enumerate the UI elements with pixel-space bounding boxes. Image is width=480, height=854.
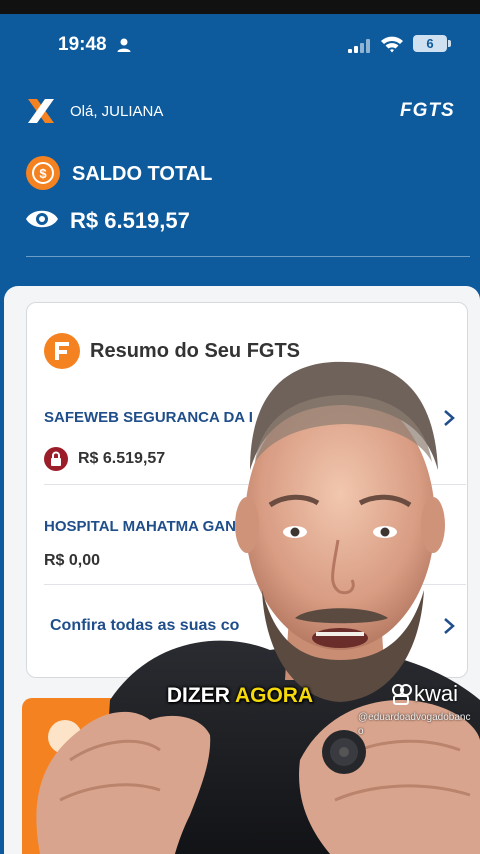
creator-handle: @eduardoadvogadobanco — [358, 712, 471, 737]
caption-word: DIZER — [166, 684, 230, 707]
kwai-logo — [392, 684, 412, 705]
caption-highlight: AGORA — [234, 684, 314, 707]
kwai-watermark: kwai — [414, 681, 459, 706]
app-screen: 19:48 6 Olá, JULIANA FGTS $ SALDO TOTAL — [0, 0, 480, 854]
